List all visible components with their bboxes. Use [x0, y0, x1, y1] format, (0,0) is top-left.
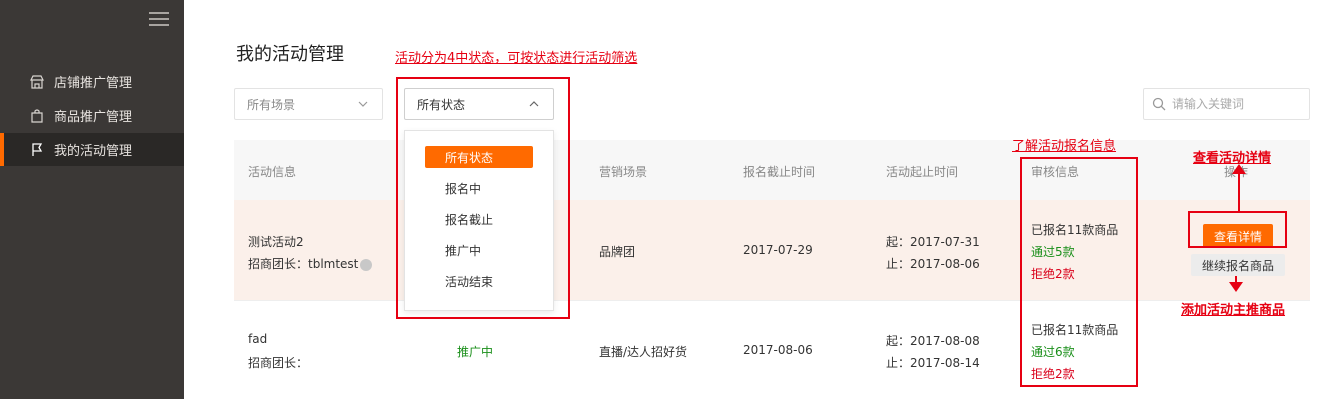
audit-annotation: 了解活动报名信息	[1012, 139, 1117, 154]
chevron-down-icon	[358, 101, 368, 107]
sidebar-item-product-promotion[interactable]: 商品推广管理	[0, 99, 184, 132]
flag-icon	[30, 142, 44, 157]
header-period: 活动起止时间	[886, 165, 959, 179]
arrow-down-icon	[1229, 282, 1243, 292]
filter-annotation: 活动分为4中状态，可按状态进行活动筛选	[395, 51, 638, 66]
activity-name: 测试活动2	[248, 235, 304, 249]
search-icon	[1152, 97, 1166, 111]
header-deadline: 报名截止时间	[743, 165, 816, 179]
activity-end: 止：2017-08-06	[886, 257, 980, 271]
activity-deadline: 2017-08-06	[743, 343, 813, 357]
header-scene: 营销场景	[599, 165, 648, 179]
activity-start: 起：2017-07-31	[886, 235, 980, 249]
sidebar-item-my-activities[interactable]: 我的活动管理	[0, 133, 184, 166]
header-activity-info: 活动信息	[248, 165, 297, 179]
sidebar-item-store-promotion[interactable]: 店铺推广管理	[0, 65, 184, 98]
add-product-annotation: 添加活动主推商品	[1181, 303, 1286, 318]
activity-status: 推广中	[457, 345, 494, 359]
activity-deadline: 2017-07-29	[743, 243, 813, 257]
leader-text: 招商团长：tblmtest	[248, 257, 359, 271]
search-input[interactable]	[1172, 97, 1302, 111]
bag-icon	[30, 108, 44, 123]
activity-leader: 招商团长：	[248, 356, 309, 370]
info-icon[interactable]	[360, 258, 373, 271]
search-box[interactable]	[1143, 88, 1310, 120]
arrow-up-icon	[1232, 164, 1246, 174]
status-filter-highlight	[396, 77, 570, 319]
activity-end: 止：2017-08-14	[886, 356, 980, 370]
scene-select[interactable]: 所有场景	[234, 88, 383, 120]
activity-scene: 品牌团	[599, 245, 636, 259]
page-title: 我的活动管理	[236, 44, 344, 65]
sidebar-item-label: 店铺推广管理	[54, 76, 133, 91]
scene-select-value: 所有场景	[247, 97, 296, 112]
activity-start: 起：2017-08-08	[886, 334, 980, 348]
menu-icon[interactable]	[149, 12, 169, 28]
sidebar: 店铺推广管理 商品推广管理 我的活动管理	[0, 0, 184, 399]
activity-name: fad	[248, 332, 268, 346]
activity-leader: 招商团长：tblmtest	[248, 255, 373, 272]
audit-info-highlight	[1020, 157, 1138, 387]
sidebar-item-label: 我的活动管理	[54, 144, 133, 159]
view-details-highlight	[1188, 211, 1287, 248]
arrow-up-line	[1238, 172, 1240, 212]
continue-register-button[interactable]: 继续报名商品	[1191, 254, 1285, 276]
sidebar-item-label: 商品推广管理	[54, 110, 133, 125]
store-icon	[30, 74, 44, 89]
activity-scene: 直播/达人招好货	[599, 345, 688, 359]
